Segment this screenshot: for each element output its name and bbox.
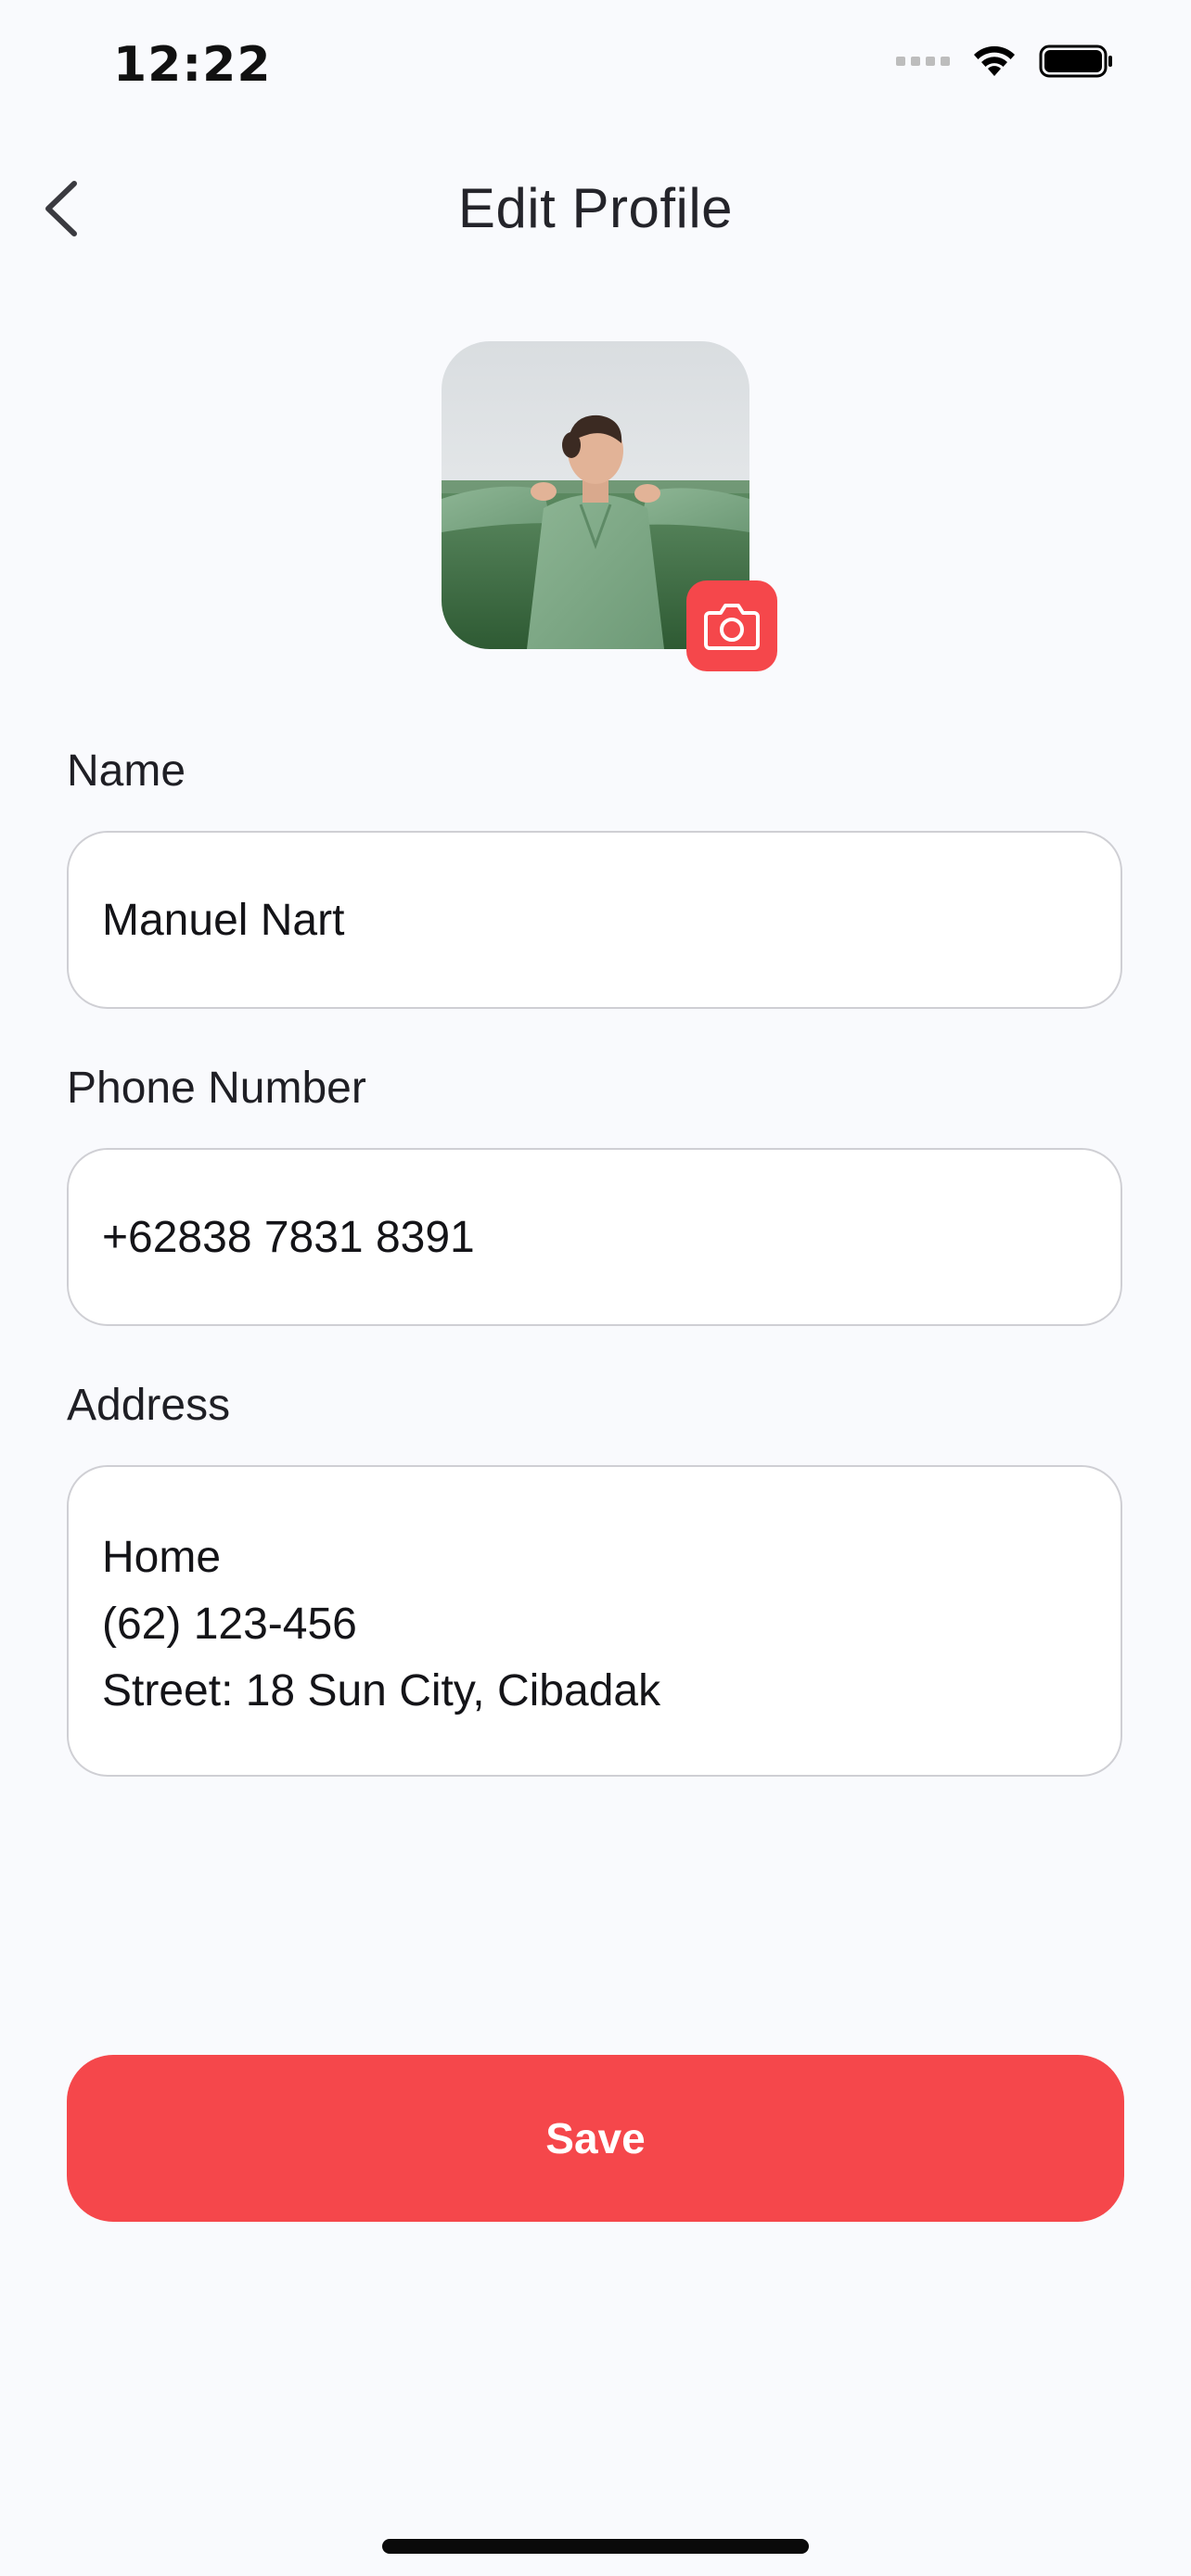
status-time: 12:22 <box>113 37 272 93</box>
cellular-signal-icon <box>896 57 950 66</box>
name-field[interactable]: Manuel Nart <box>67 831 1122 1009</box>
camera-icon <box>704 604 760 650</box>
address-label: Address <box>67 1381 231 1430</box>
address-line: Home <box>102 1533 222 1582</box>
page-title: Edit Profile <box>457 177 734 239</box>
phone-number-field[interactable]: +62838 7831 8391 <box>67 1148 1122 1326</box>
address-line: Street: 18 Sun City, Cibadak <box>102 1666 661 1715</box>
name-value: Manuel Nart <box>102 895 345 945</box>
name-label: Name <box>67 746 186 796</box>
save-button[interactable]: Save <box>67 2055 1124 2222</box>
address-line: (62) 123-456 <box>102 1600 357 1649</box>
wifi-icon <box>974 45 1015 76</box>
home-indicator <box>382 2539 809 2554</box>
phone-number-label: Phone Number <box>67 1064 366 1113</box>
change-photo-button[interactable] <box>686 580 777 671</box>
avatar-section <box>442 341 777 671</box>
battery-icon <box>1039 45 1112 78</box>
status-icons <box>896 43 1115 80</box>
phone-number-value: +62838 7831 8391 <box>102 1212 475 1262</box>
address-field[interactable]: Home (62) 123-456 Street: 18 Sun City, C… <box>67 1465 1122 1777</box>
